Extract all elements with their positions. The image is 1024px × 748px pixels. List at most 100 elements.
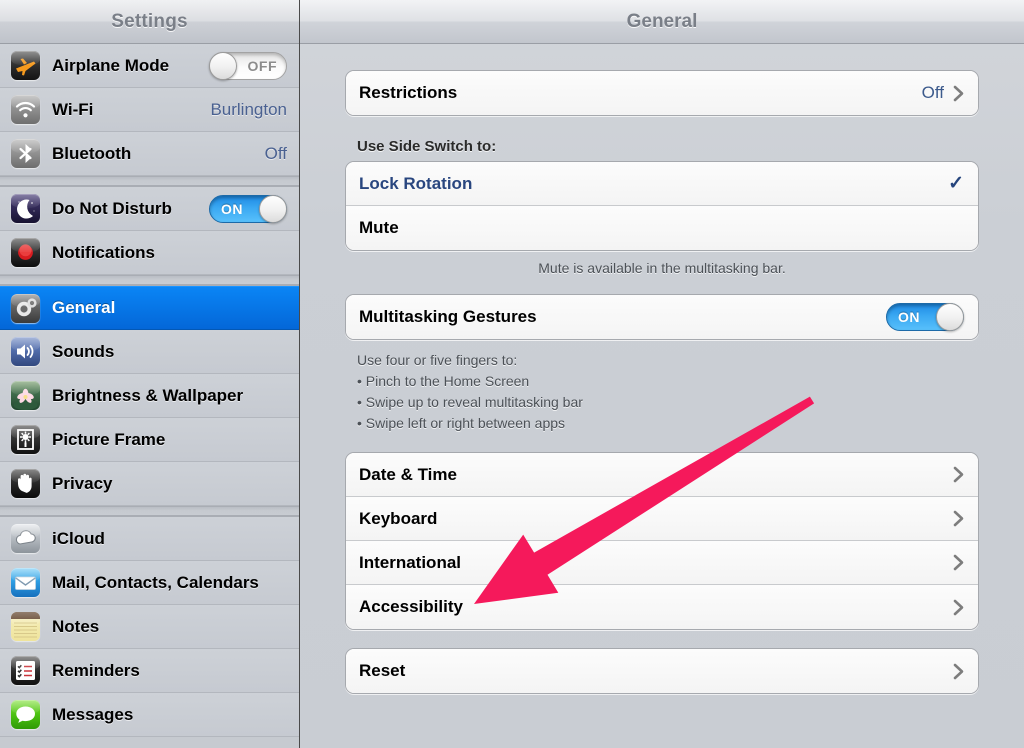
page-title: General	[626, 10, 698, 32]
sidebar-item-do-not-disturb[interactable]: Do Not Disturb ON	[0, 187, 299, 231]
sidebar-header: Settings	[0, 0, 299, 44]
chevron-right-icon	[953, 599, 964, 615]
hint-item: • Swipe up to reveal multitasking bar	[357, 394, 583, 410]
side-switch-footnote: Mute is available in the multitasking ba…	[538, 260, 786, 276]
sidebar-item-label: Notifications	[52, 242, 155, 262]
multitasking-hints: Use four or five fingers to: • Pinch to …	[345, 340, 979, 434]
sidebar-item-label: Airplane Mode	[52, 55, 170, 75]
sidebar-item-mail-contacts-calendars[interactable]: Mail, Contacts, Calendars	[0, 561, 299, 605]
hand-icon	[11, 469, 40, 498]
side-switch-card: Lock Rotation ✓ Mute	[345, 161, 979, 251]
sidebar-item-label: Brightness & Wallpaper	[52, 385, 244, 405]
sidebar-item-icloud[interactable]: iCloud	[0, 517, 299, 561]
sidebar-item-label: Bluetooth	[52, 143, 132, 163]
sidebar-item-reminders[interactable]: Reminders	[0, 649, 299, 693]
date-time-label: Date & Time	[359, 464, 457, 484]
toggle-knob	[259, 194, 287, 223]
sidebar-item-picture-frame[interactable]: Picture Frame	[0, 418, 299, 462]
sidebar-item-sounds[interactable]: Sounds	[0, 330, 299, 374]
sidebar-group: Airplane Mode OFF Wi-Fi Burlington Bluetooth…	[0, 44, 299, 176]
sidebar-item-label: Picture Frame	[52, 429, 166, 449]
chevron-right-icon	[953, 663, 964, 679]
multitasking-toggle-state: ON	[898, 309, 920, 325]
wifi-icon	[11, 95, 40, 124]
reminders-icon	[11, 656, 40, 685]
airplane-mode-toggle[interactable]: OFF	[209, 51, 287, 80]
row-international[interactable]: International	[346, 541, 978, 585]
sidebar-item-label: General	[52, 298, 116, 317]
sidebar-item-general[interactable]: General	[0, 286, 299, 330]
sidebar-title: Settings	[111, 10, 188, 32]
international-label: International	[359, 552, 462, 572]
restrictions-card: Restrictions Off	[345, 70, 979, 116]
bluetooth-value: Off	[264, 143, 287, 163]
settings-sidebar: Settings Airplane Mode OFF Wi-Fi Burlington…	[0, 0, 300, 748]
general-panel: General Restrictions Off Use Side Switch…	[300, 0, 1024, 748]
accessibility-label: Accessibility	[359, 597, 463, 616]
sidebar-item-bluetooth[interactable]: Bluetooth Off	[0, 132, 299, 176]
sidebar-item-privacy[interactable]: Privacy	[0, 462, 299, 506]
sidebar-group-separator	[0, 506, 299, 516]
restrictions-value: Off	[921, 83, 944, 102]
sidebar-item-airplane-mode[interactable]: Airplane Mode OFF	[0, 44, 299, 88]
row-multitasking-gestures: Multitasking Gestures ON	[346, 295, 978, 339]
general-nav-card: Date & Time Keyboard International Acces…	[345, 452, 979, 630]
sidebar-group: Do Not Disturb ON Notifications	[0, 186, 299, 275]
row-keyboard[interactable]: Keyboard	[346, 497, 978, 541]
chevron-right-icon	[953, 554, 964, 571]
main-header: General	[300, 0, 1024, 44]
sidebar-item-label: Sounds	[52, 341, 115, 361]
sidebar-group: General Sounds Brightness & Wallpaper Pictu…	[0, 285, 299, 506]
hint-item: • Pinch to the Home Screen	[357, 373, 530, 389]
messages-icon	[11, 700, 40, 729]
sidebar-item-label: Privacy	[52, 473, 113, 493]
sidebar-item-label: Notes	[52, 616, 100, 636]
row-accessibility[interactable]: Accessibility	[346, 585, 978, 629]
sidebar-group-separator	[0, 275, 299, 285]
airplane-icon	[11, 51, 40, 80]
do-not-disturb-toggle[interactable]: ON	[209, 194, 287, 223]
speaker-icon	[11, 337, 40, 366]
reset-label: Reset	[359, 661, 406, 680]
reset-card: Reset	[345, 648, 979, 694]
notes-icon	[11, 612, 40, 641]
sidebar-item-label: Reminders	[52, 660, 140, 680]
wi-fi-value: Burlington	[210, 99, 287, 119]
multitasking-toggle[interactable]: ON	[886, 303, 964, 331]
sidebar-item-notifications[interactable]: Notifications	[0, 231, 299, 275]
bluetooth-icon	[11, 139, 40, 168]
sidebar-item-label: Do Not Disturb	[52, 198, 172, 218]
hint-item: • Swipe left or right between apps	[357, 415, 566, 431]
icloud-icon	[11, 524, 40, 553]
moon-icon	[11, 194, 40, 223]
multitasking-label: Multitasking Gestures	[359, 307, 537, 326]
mail-icon	[11, 568, 40, 597]
row-lock-rotation[interactable]: Lock Rotation ✓	[346, 162, 978, 206]
restrictions-label: Restrictions	[359, 83, 458, 102]
sidebar-group: iCloud Mail, Contacts, Calendars Notes Remi…	[0, 516, 299, 737]
sidebar-item-brightness-wallpaper[interactable]: Brightness & Wallpaper	[0, 374, 299, 418]
row-reset[interactable]: Reset	[346, 649, 978, 693]
checkmark-icon: ✓	[948, 173, 964, 194]
panel-content: Restrictions Off Use Side Switch to: Loc…	[300, 44, 1024, 694]
sidebar-item-label: Wi-Fi	[52, 99, 94, 119]
gear-icon	[11, 293, 40, 323]
sidebar-item-messages[interactable]: Messages	[0, 693, 299, 737]
ipad-settings-screen: Settings Airplane Mode OFF Wi-Fi Burlington…	[0, 0, 1024, 748]
row-date-time[interactable]: Date & Time	[346, 453, 978, 497]
sidebar-item-wi-fi[interactable]: Wi-Fi Burlington	[0, 88, 299, 132]
row-restrictions[interactable]: Restrictions Off	[346, 71, 978, 115]
chevron-right-icon	[953, 85, 964, 101]
side-switch-heading: Use Side Switch to:	[357, 138, 497, 155]
notifications-icon	[11, 238, 40, 267]
sidebar-group-separator	[0, 176, 299, 186]
row-mute[interactable]: Mute	[346, 206, 978, 250]
multitasking-card: Multitasking Gestures ON	[345, 294, 979, 340]
chevron-right-icon	[953, 466, 964, 483]
keyboard-label: Keyboard	[359, 508, 438, 528]
airplane-mode-toggle-state: OFF	[247, 57, 277, 74]
sidebar-list: Airplane Mode OFF Wi-Fi Burlington Bluetooth…	[0, 44, 299, 737]
flower-photo-icon	[11, 381, 40, 410]
picture-frame-icon	[11, 425, 40, 454]
sidebar-item-notes[interactable]: Notes	[0, 605, 299, 649]
